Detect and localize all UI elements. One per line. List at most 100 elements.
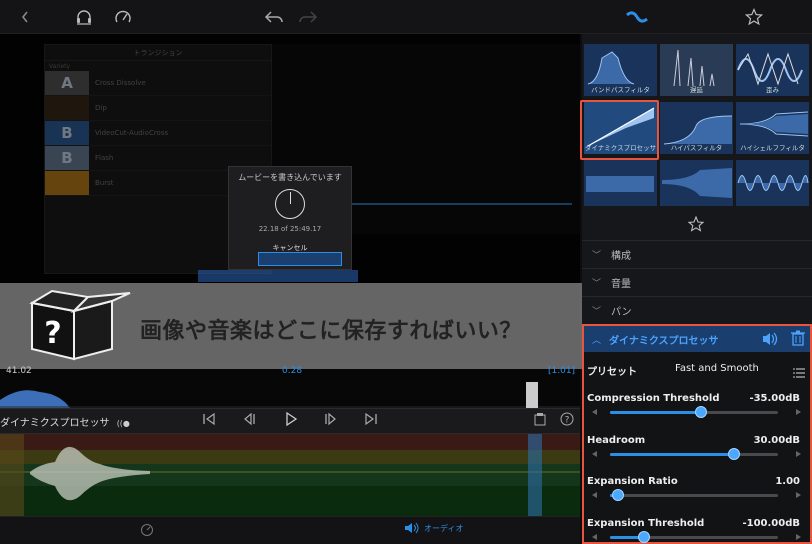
transition-label: Dip xyxy=(95,104,107,112)
transition-thumb: A xyxy=(45,71,89,95)
chevron-down-icon: ﹀ xyxy=(592,307,602,317)
transition-label: VideoCut-AudioCross xyxy=(95,129,169,137)
slider-knob[interactable] xyxy=(694,406,707,418)
tile-label: ハイシェルフフィルタ xyxy=(740,144,805,152)
chevron-down-icon: ﹀ xyxy=(592,279,602,289)
play-button[interactable] xyxy=(284,412,298,426)
audio-waveform xyxy=(0,382,580,408)
dynamics-title: ダイナミクスプロセッサ xyxy=(609,335,719,347)
svg-text:?: ? xyxy=(565,416,570,426)
decrement-arrow-icon[interactable] xyxy=(592,492,597,498)
transition-label: Cross Dissolve xyxy=(95,79,146,87)
star-icon[interactable] xyxy=(744,6,764,28)
progress-circle xyxy=(275,189,305,219)
transition-item[interactable]: B VideoCut-AudioCross xyxy=(45,121,271,146)
transition-label: Burst xyxy=(95,179,114,187)
section-pan[interactable]: ﹀ パン xyxy=(582,296,812,324)
effect-waveform-area xyxy=(0,434,580,516)
transition-thumb: B xyxy=(45,121,89,145)
dialog-title: ムービーを書き込んでいます xyxy=(238,173,342,182)
transition-item[interactable]: Dip xyxy=(45,96,271,121)
effect-tile-bandpass[interactable]: バンドパスフィルタ xyxy=(584,44,657,96)
preset-value[interactable]: Fast and Smooth xyxy=(675,363,759,374)
param-slider[interactable] xyxy=(610,406,778,418)
transitions-title: トランジション xyxy=(45,45,271,61)
effect-icon[interactable] xyxy=(624,6,650,28)
tile-label: ハイパスフィルタ xyxy=(670,144,723,152)
transition-thumb xyxy=(45,171,89,195)
param-slider[interactable] xyxy=(610,531,778,543)
section-composition[interactable]: ﹀ 構成 xyxy=(582,240,812,268)
param-label: Headroom xyxy=(587,435,646,446)
app-root: トランジション Variety A Cross Dissolve Dip B V… xyxy=(0,0,812,544)
slider-fill xyxy=(610,411,701,414)
transition-item[interactable]: A Cross Dissolve xyxy=(45,71,271,96)
favorite-star-icon[interactable] xyxy=(687,215,705,236)
skip-end-button[interactable] xyxy=(364,412,378,426)
step-forward-button[interactable] xyxy=(324,412,338,426)
param-label: Expansion Threshold xyxy=(587,518,705,529)
param-value: -35.00dB xyxy=(749,393,800,404)
effect-tile-distortion[interactable]: 歪み xyxy=(736,44,809,96)
decrement-arrow-icon[interactable] xyxy=(592,409,597,415)
slider-knob[interactable] xyxy=(637,531,650,543)
timeline-clip xyxy=(198,270,358,282)
time-right: [1.01] xyxy=(548,366,576,376)
selected-effect-highlight xyxy=(580,100,659,160)
chevron-left-icon[interactable] xyxy=(18,6,32,28)
help-icon[interactable]: ? xyxy=(560,412,574,426)
time-mid: 0.28 xyxy=(282,366,303,376)
chevron-down-icon: ﹀ xyxy=(592,251,602,261)
undo-icon[interactable] xyxy=(262,6,286,28)
preset-list-icon[interactable] xyxy=(793,363,805,382)
time-left: 41.02 xyxy=(6,366,32,376)
decrement-arrow-icon[interactable] xyxy=(592,451,597,457)
effect-tile-lowpass[interactable] xyxy=(584,160,657,206)
param-value: -100.00dB xyxy=(742,518,800,529)
effect-tile-highshelf[interactable]: ハイシェルフフィルタ xyxy=(736,102,809,154)
effect-tile-tremolo[interactable] xyxy=(736,160,809,206)
transition-thumb xyxy=(45,96,89,120)
decrement-arrow-icon[interactable] xyxy=(592,534,597,540)
preset-label: プリセット xyxy=(587,367,637,378)
transition-thumb: B xyxy=(45,146,89,170)
param-value: 30.00dB xyxy=(753,435,800,446)
step-back-button[interactable] xyxy=(242,412,256,426)
svg-text:?: ? xyxy=(44,316,61,351)
tile-label: 歪み xyxy=(766,86,779,94)
export-clip-bar xyxy=(258,252,342,266)
transition-label: Flash xyxy=(95,154,114,162)
question-box-icon: ? xyxy=(29,289,131,361)
headphones-icon[interactable] xyxy=(74,6,94,28)
slider-fill xyxy=(610,453,735,456)
trash-icon[interactable] xyxy=(791,330,805,350)
speed-tab-icon[interactable] xyxy=(140,522,154,541)
tile-label: 遅延 xyxy=(690,86,703,94)
audio-tab[interactable]: オーディオ xyxy=(404,522,463,534)
transitions-category: Variety xyxy=(49,63,71,70)
param-label: Compression Threshold xyxy=(587,393,720,404)
effect-tile-highpass[interactable]: ハイパスフィルタ xyxy=(660,102,733,154)
clipboard-icon[interactable] xyxy=(533,412,547,426)
progress-text: 22.18 of 25:49.17 xyxy=(258,225,322,233)
effect-tile-lowshelf[interactable] xyxy=(660,160,733,206)
param-slider[interactable] xyxy=(610,489,778,501)
audio-tab-label: オーディオ xyxy=(424,523,464,533)
param-slider[interactable] xyxy=(610,448,778,460)
effect-tile-delay[interactable]: 遅延 xyxy=(660,44,733,96)
skip-start-button[interactable] xyxy=(202,412,216,426)
chevron-up-icon: ︿ xyxy=(592,335,602,346)
increment-arrow-icon[interactable] xyxy=(796,409,801,415)
redo-icon[interactable] xyxy=(296,6,320,28)
effect-name-label: ダイナミクスプロセッサ ((● xyxy=(0,418,130,429)
effect-badge: ((● xyxy=(116,419,130,428)
banner-text: 画像や音楽はどこに保存すればいい？ xyxy=(140,319,522,344)
section-volume[interactable]: ﹀ 音量 xyxy=(582,268,812,296)
speedometer-icon[interactable] xyxy=(113,6,133,28)
speaker-toggle-icon[interactable] xyxy=(762,331,780,351)
increment-arrow-icon[interactable] xyxy=(796,534,801,540)
increment-arrow-icon[interactable] xyxy=(796,451,801,457)
bottom-tab-bar xyxy=(0,516,580,544)
increment-arrow-icon[interactable] xyxy=(796,492,801,498)
param-value: 1.00 xyxy=(775,476,800,487)
